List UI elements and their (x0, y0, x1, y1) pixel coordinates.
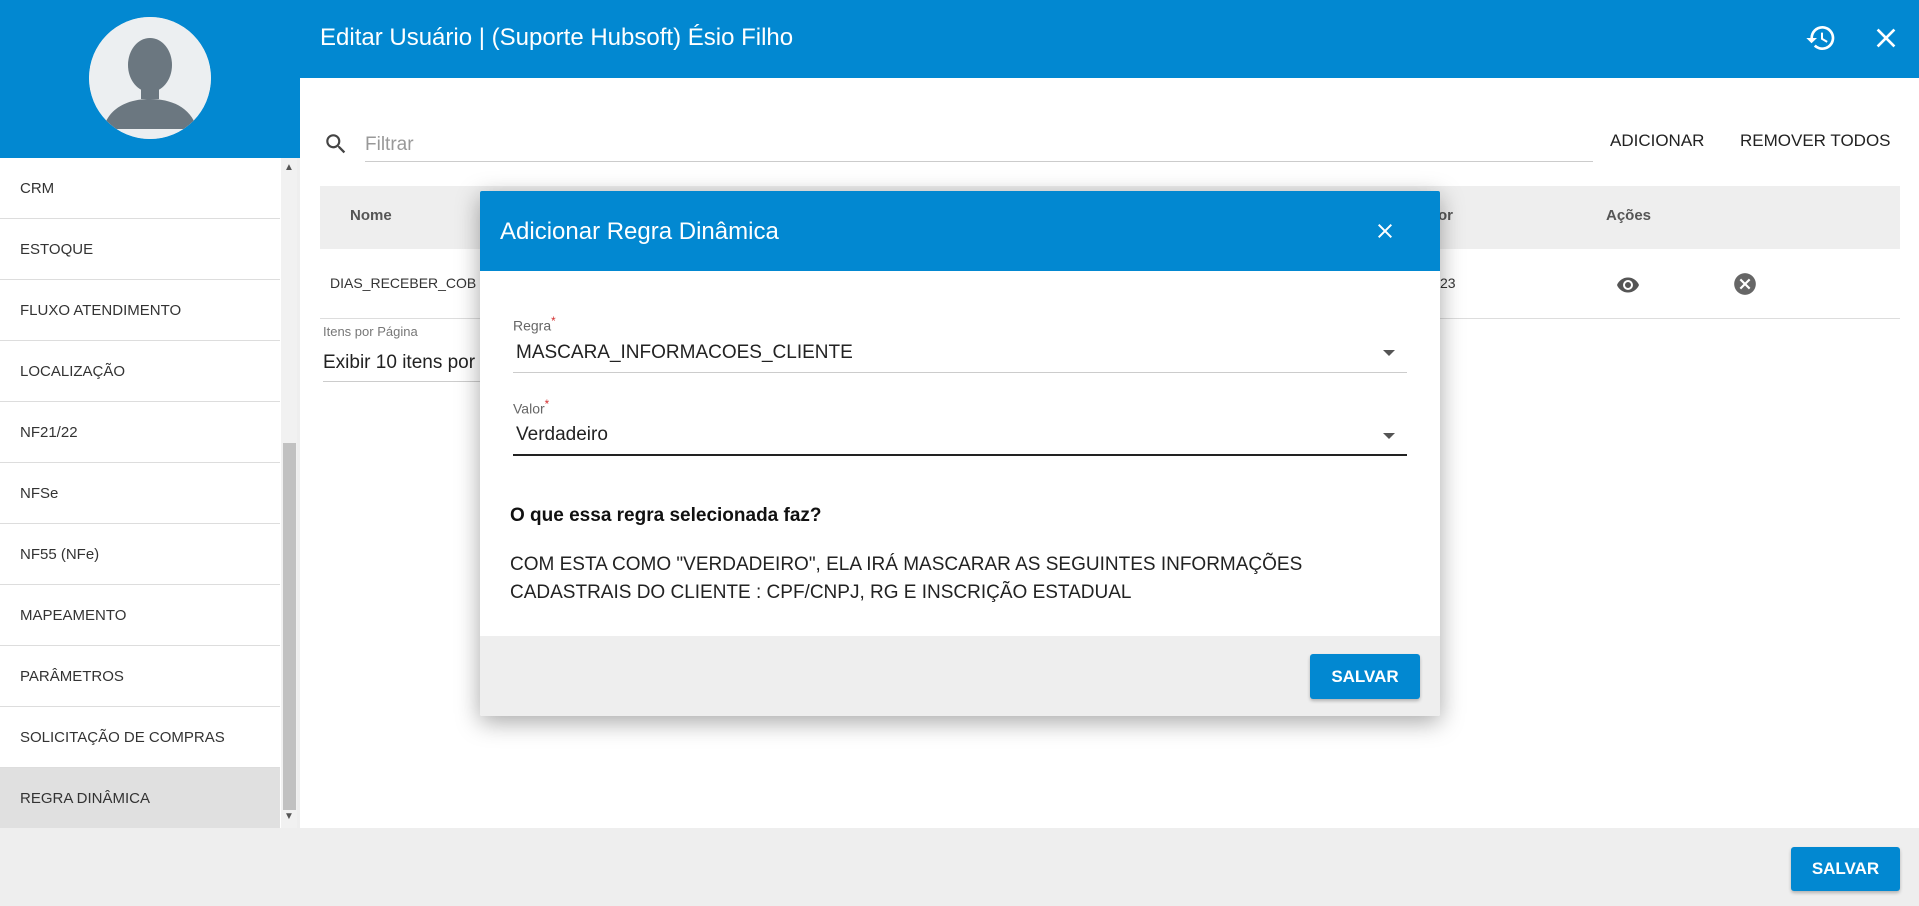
regra-select[interactable]: MASCARA_INFORMACOES_CLIENTE (513, 333, 1407, 373)
dialog-title: Adicionar Regra Dinâmica (500, 218, 779, 245)
dialog-close-icon[interactable] (1373, 219, 1397, 243)
dialog-footer: SALVAR (480, 636, 1440, 716)
chevron-down-icon (1383, 350, 1395, 356)
add-dynamic-rule-dialog: Adicionar Regra Dinâmica Regra* MASCARA_… (480, 191, 1440, 716)
rule-description: COM ESTA COMO "VERDADEIRO", ELA IRÁ MASC… (510, 554, 1303, 603)
dialog-header: Adicionar Regra Dinâmica (480, 191, 1440, 271)
valor-select[interactable]: Verdadeiro (513, 416, 1407, 456)
regra-label: Regra* (513, 315, 556, 334)
valor-label: Valor* (513, 398, 550, 417)
chevron-down-icon (1383, 433, 1395, 439)
dialog-save-button[interactable]: SALVAR (1310, 654, 1420, 699)
rule-question: O que essa regra selecionada faz? (510, 505, 822, 526)
